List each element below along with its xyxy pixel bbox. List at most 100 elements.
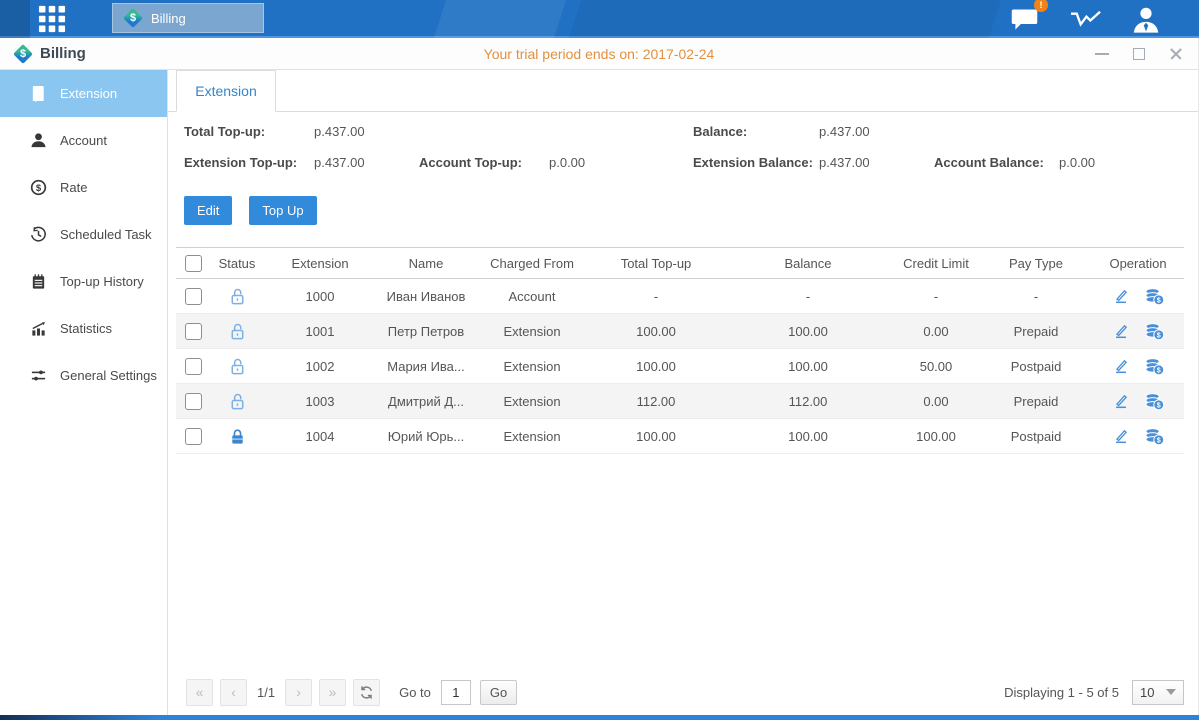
charged-from-cell: Account (476, 289, 588, 304)
taskbar-tab-billing[interactable]: $ Billing (112, 3, 264, 33)
top-app-bar: $ Billing ! (0, 0, 1199, 38)
sidebar-item-label: Scheduled Task (60, 227, 152, 242)
edit-button[interactable]: Edit (184, 196, 232, 225)
status-lock-icon (228, 322, 247, 337)
user-menu-button[interactable] (1131, 5, 1161, 34)
pagination-bar: « ‹ 1/1 › » Go to Go Displaying 1 - 5 of… (168, 677, 1198, 707)
sidebar-item-rate[interactable]: $ Rate (0, 164, 167, 211)
sidebar-item-statistics[interactable]: Statistics (0, 305, 167, 352)
status-lock-icon (228, 427, 247, 442)
credit-limit-cell: 50.00 (892, 359, 980, 374)
close-button[interactable] (1168, 46, 1184, 62)
messages-button[interactable]: ! (1009, 5, 1040, 34)
edit-row-icon[interactable] (1112, 392, 1130, 410)
topbar-facet (569, 0, 1001, 38)
edit-row-icon[interactable] (1112, 287, 1130, 305)
select-all-checkbox[interactable] (185, 255, 202, 272)
credit-limit-cell: 0.00 (892, 324, 980, 339)
edit-row-icon[interactable] (1112, 357, 1130, 375)
person-icon (29, 132, 47, 149)
maximize-button[interactable] (1131, 46, 1147, 62)
sliders-icon (29, 367, 47, 384)
extension-balance-label: Extension Balance: (693, 155, 813, 170)
col-credit-limit: Credit Limit (892, 256, 980, 271)
col-name: Name (376, 256, 476, 271)
prev-page-button[interactable]: ‹ (220, 679, 247, 706)
top-up-row-icon[interactable]: $ (1144, 322, 1165, 341)
dollar-circle-icon: $ (29, 179, 47, 196)
page-size-value: 10 (1140, 685, 1154, 700)
total-topup-label: Total Top-up: (184, 124, 265, 139)
total-topup-cell: 100.00 (588, 429, 724, 444)
extension-cell: 1000 (264, 289, 376, 304)
row-checkbox[interactable] (185, 428, 202, 445)
tab-strip: Extension (168, 70, 1198, 112)
sidebar-item-account[interactable]: Account (0, 117, 167, 164)
extension-cell: 1003 (264, 394, 376, 409)
chevron-down-icon (1166, 689, 1176, 695)
account-topup-label: Account Top-up: (419, 155, 522, 170)
history-clock-icon (29, 226, 47, 243)
taskbar-tab-label: Billing (151, 11, 186, 26)
svg-text:$: $ (1156, 331, 1160, 339)
status-lock-icon (228, 392, 247, 407)
account-topup-value: p.0.00 (549, 155, 585, 170)
topbar-facet (0, 0, 30, 38)
sidebar-item-label: Statistics (60, 321, 112, 336)
name-cell: Мария Ива... (376, 359, 476, 374)
refresh-button[interactable] (353, 679, 380, 706)
reports-button[interactable] (1070, 7, 1101, 32)
table-row: 1001 Петр Петров Extension 100.00 100.00… (176, 314, 1184, 349)
table-row: 1004 Юрий Юрь... Extension 100.00 100.00… (176, 419, 1184, 454)
minimize-button[interactable] (1094, 46, 1110, 62)
tab-extension[interactable]: Extension (176, 70, 276, 112)
sidebar-item-label: Extension (60, 86, 117, 101)
row-checkbox[interactable] (185, 288, 202, 305)
col-status: Status (210, 256, 264, 271)
credit-limit-cell: 100.00 (892, 429, 980, 444)
pay-type-cell: Prepaid (980, 324, 1092, 339)
svg-text:$: $ (1156, 436, 1160, 444)
total-topup-cell: 100.00 (588, 359, 724, 374)
top-up-row-icon[interactable]: $ (1144, 427, 1165, 446)
edit-row-icon[interactable] (1112, 427, 1130, 445)
top-up-row-icon[interactable]: $ (1144, 392, 1165, 411)
sidebar-item-topup-history[interactable]: Top-up History (0, 258, 167, 305)
extension-table: Status Extension Name Charged From Total… (176, 247, 1184, 454)
edit-row-icon[interactable] (1112, 322, 1130, 340)
account-balance-value: p.0.00 (1059, 155, 1095, 170)
top-up-row-icon[interactable]: $ (1144, 357, 1165, 376)
row-checkbox[interactable] (185, 393, 202, 410)
sidebar-item-extension[interactable]: Extension (0, 70, 167, 117)
first-page-button[interactable]: « (186, 679, 213, 706)
table-row: 1002 Мария Ива... Extension 100.00 100.0… (176, 349, 1184, 384)
page-indicator: 1/1 (257, 685, 275, 700)
goto-page-input[interactable] (441, 680, 471, 705)
extension-cell: 1001 (264, 324, 376, 339)
go-button[interactable]: Go (480, 680, 517, 705)
sidebar-item-label: Rate (60, 180, 87, 195)
last-page-button[interactable]: » (319, 679, 346, 706)
sidebar-item-scheduled-task[interactable]: Scheduled Task (0, 211, 167, 258)
extension-topup-label: Extension Top-up: (184, 155, 297, 170)
row-checkbox[interactable] (185, 323, 202, 340)
col-extension: Extension (264, 256, 376, 271)
row-checkbox[interactable] (185, 358, 202, 375)
sidebar-item-general-settings[interactable]: General Settings (0, 352, 167, 399)
top-up-row-icon[interactable]: $ (1144, 287, 1165, 306)
balance-cell: 100.00 (724, 429, 892, 444)
top-up-button[interactable]: Top Up (249, 196, 316, 225)
next-page-button[interactable]: › (285, 679, 312, 706)
pay-type-cell: Postpaid (980, 359, 1092, 374)
total-topup-cell: - (588, 289, 724, 304)
extension-cell: 1002 (264, 359, 376, 374)
name-cell: Юрий Юрь... (376, 429, 476, 444)
pay-type-cell: Prepaid (980, 394, 1092, 409)
col-total-topup: Total Top-up (588, 256, 724, 271)
notepad-icon (29, 273, 47, 290)
pay-type-cell: Postpaid (980, 429, 1092, 444)
table-row: 1003 Дмитрий Д... Extension 112.00 112.0… (176, 384, 1184, 419)
app-grid-button[interactable] (36, 4, 68, 34)
balance-cell: 112.00 (724, 394, 892, 409)
page-size-dropdown[interactable]: 10 (1132, 680, 1184, 705)
